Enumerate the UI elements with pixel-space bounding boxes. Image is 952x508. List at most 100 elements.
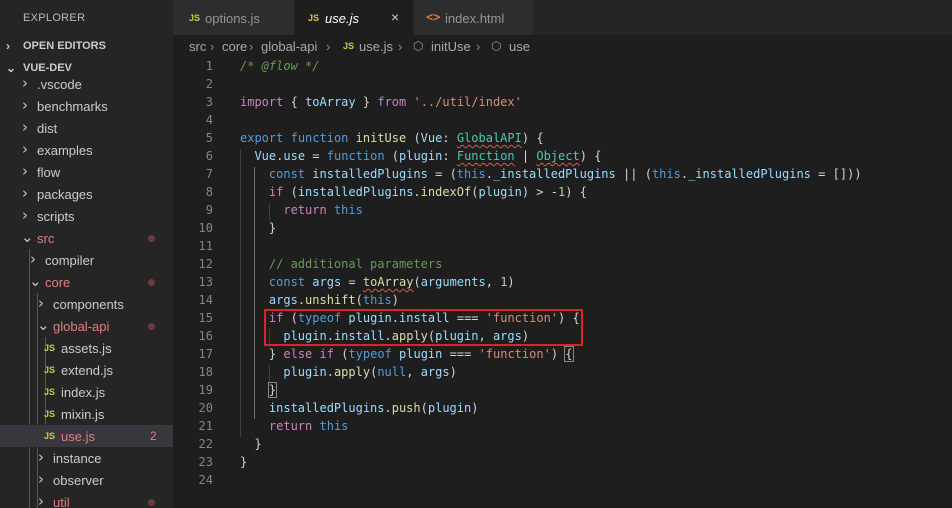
tree-folder-benchmarks[interactable]: › benchmarks bbox=[0, 95, 173, 117]
code-line-18: plugin.apply(null, args) bbox=[283, 365, 457, 379]
breadcrumb-file[interactable]: use.js bbox=[359, 39, 393, 54]
chevron-right-icon: › bbox=[22, 118, 28, 136]
code-editor[interactable]: 1 2 3 4 5 6 7 8 9 10 11 12 13 14 15 16 1… bbox=[173, 57, 952, 508]
tab-use-js[interactable]: JS use.js × bbox=[295, 0, 413, 35]
tree-item-label: use.js bbox=[61, 429, 95, 444]
code-line-8: if (installedPlugins.indexOf(plugin) > -… bbox=[268, 185, 587, 199]
chevron-right-icon: › bbox=[210, 39, 215, 54]
html-file-icon: <> bbox=[426, 10, 441, 24]
tree-folder-core[interactable]: ⌄ core bbox=[0, 271, 173, 293]
open-editors-label: OPEN EDITORS bbox=[23, 40, 106, 52]
code-line-22: } bbox=[254, 437, 262, 451]
line-number: 9 bbox=[205, 203, 213, 217]
tree-folder-vscode[interactable]: › .vscode bbox=[0, 73, 173, 95]
line-number: 22 bbox=[198, 437, 213, 451]
tree-item-label: components bbox=[53, 297, 124, 312]
tree-item-label: scripts bbox=[37, 209, 75, 224]
breadcrumb-src[interactable]: src bbox=[189, 39, 206, 54]
tree-item-label: dist bbox=[37, 121, 58, 136]
line-number: 19 bbox=[198, 383, 213, 397]
code-line-10: } bbox=[268, 221, 277, 235]
line-number: 7 bbox=[205, 167, 213, 181]
code-line-17: } else if (typeof plugin === 'function')… bbox=[268, 346, 574, 362]
editor-tab-bar: JS options.js JS use.js × <> index.html bbox=[173, 0, 952, 35]
tree-folder-dist[interactable]: › dist bbox=[0, 117, 173, 139]
line-number: 15 bbox=[198, 311, 213, 325]
tab-index-html[interactable]: <> index.html bbox=[414, 0, 533, 35]
modified-dot-icon bbox=[148, 279, 155, 286]
tree-item-label: compiler bbox=[45, 253, 95, 268]
tree-file-use[interactable]: JS use.js 2 bbox=[0, 425, 173, 447]
open-editors-section[interactable]: › OPEN EDITORS bbox=[0, 35, 173, 57]
tree-file-assets[interactable]: JS assets.js bbox=[0, 337, 173, 359]
breadcrumb-symbol-initUse[interactable]: initUse bbox=[431, 39, 471, 54]
tree-folder-examples[interactable]: › examples bbox=[0, 139, 173, 161]
close-icon[interactable]: × bbox=[391, 9, 399, 25]
line-number: 1 bbox=[205, 59, 213, 73]
tree-file-mixin[interactable]: JS mixin.js bbox=[0, 403, 173, 425]
js-file-icon: JS bbox=[44, 431, 56, 441]
chevron-right-icon: › bbox=[38, 294, 44, 312]
tree-folder-instance[interactable]: › instance bbox=[0, 447, 173, 469]
tree-item-label: global-api bbox=[53, 319, 110, 334]
modified-dot-icon bbox=[148, 499, 155, 506]
chevron-right-icon: › bbox=[38, 492, 44, 508]
tab-label: index.html bbox=[445, 11, 505, 26]
line-number: 3 bbox=[205, 95, 213, 109]
js-file-icon: JS bbox=[44, 365, 56, 375]
chevron-right-icon: › bbox=[22, 140, 28, 158]
breadcrumb-global-api[interactable]: global-api bbox=[261, 39, 317, 54]
line-number: 18 bbox=[198, 365, 213, 379]
tree-folder-src[interactable]: ⌄ src bbox=[0, 227, 173, 249]
tree-folder-compiler[interactable]: › compiler bbox=[0, 249, 173, 271]
breadcrumb: src › core › global-api › JS use.js › ⬡ … bbox=[173, 35, 952, 57]
tree-folder-scripts[interactable]: › scripts bbox=[0, 205, 173, 227]
chevron-right-icon: › bbox=[30, 250, 36, 268]
code-line-20: installedPlugins.push(plugin) bbox=[268, 401, 479, 415]
chevron-right-icon: › bbox=[249, 39, 254, 54]
tab-options-js[interactable]: JS options.js bbox=[173, 0, 294, 35]
code-line-6: Vue.use = function (plugin: Function | O… bbox=[254, 149, 602, 163]
tree-file-index[interactable]: JS index.js bbox=[0, 381, 173, 403]
modified-dot-icon bbox=[148, 323, 155, 330]
chevron-right-icon: › bbox=[38, 470, 44, 488]
chevron-right-icon: › bbox=[38, 448, 44, 466]
line-number: 5 bbox=[205, 131, 213, 145]
line-number: 16 bbox=[198, 329, 213, 343]
js-file-icon: JS bbox=[44, 387, 56, 397]
tree-folder-components[interactable]: › components bbox=[0, 293, 173, 315]
tree-file-extend[interactable]: JS extend.js bbox=[0, 359, 173, 381]
code-line-21: return this bbox=[268, 419, 349, 433]
code-line-12: // additional parameters bbox=[268, 257, 443, 271]
breadcrumb-core[interactable]: core bbox=[222, 39, 247, 54]
chevron-right-icon: › bbox=[22, 96, 28, 114]
line-number: 10 bbox=[198, 221, 213, 235]
tab-label: use.js bbox=[325, 11, 359, 26]
tree-item-label: packages bbox=[37, 187, 93, 202]
tree-item-label: core bbox=[45, 275, 71, 290]
tree-item-label: util bbox=[53, 495, 70, 508]
chevron-down-icon: ⌄ bbox=[29, 272, 42, 290]
js-file-icon: JS bbox=[343, 41, 355, 51]
tree-folder-packages[interactable]: › packages bbox=[0, 183, 173, 205]
explorer-sidebar: EXPLORER › OPEN EDITORS ⌄ VUE-DEV › .vsc… bbox=[0, 0, 173, 508]
tree-folder-global-api[interactable]: ⌄ global-api bbox=[0, 315, 173, 337]
line-number: 14 bbox=[198, 293, 213, 307]
red-highlight-annotation bbox=[264, 309, 583, 346]
symbol-function-icon: ⬡ bbox=[413, 39, 424, 53]
breadcrumb-symbol-use[interactable]: use bbox=[509, 39, 530, 54]
tree-item-label: assets.js bbox=[61, 341, 112, 356]
tree-folder-flow[interactable]: › flow bbox=[0, 161, 173, 183]
tree-folder-observer[interactable]: › observer bbox=[0, 469, 173, 491]
js-file-icon: JS bbox=[44, 409, 56, 419]
tree-item-label: flow bbox=[37, 165, 61, 180]
line-number: 23 bbox=[198, 455, 213, 469]
tree-folder-util[interactable]: › util bbox=[0, 491, 173, 508]
tree-item-label: .vscode bbox=[37, 77, 82, 92]
chevron-right-icon: › bbox=[476, 39, 481, 54]
js-file-icon: JS bbox=[189, 13, 201, 23]
chevron-right-icon: › bbox=[22, 162, 28, 180]
chevron-down-icon: ⌄ bbox=[21, 228, 34, 246]
code-line-23: } bbox=[240, 455, 248, 469]
tree-item-label: instance bbox=[53, 451, 102, 466]
